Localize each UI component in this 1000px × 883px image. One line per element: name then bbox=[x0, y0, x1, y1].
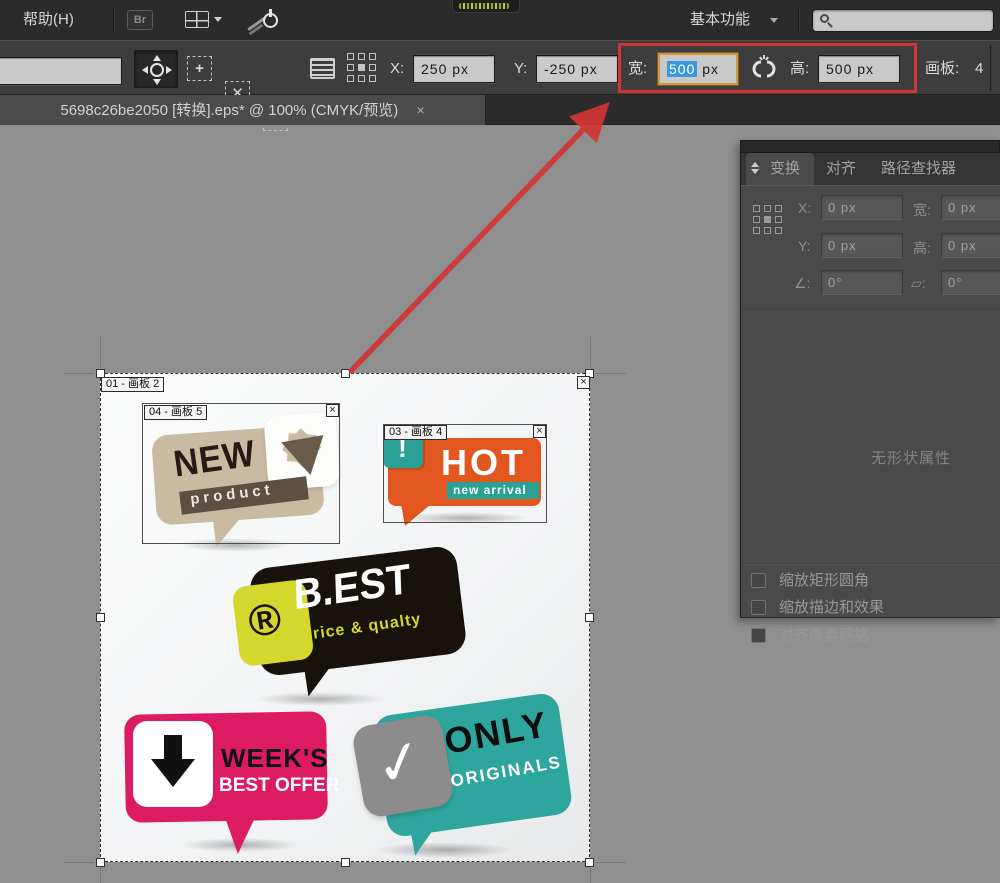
sub-artboard-hot-label[interactable]: 03 - 画板 4 bbox=[384, 425, 447, 440]
tab-align[interactable]: 对齐 bbox=[826, 153, 856, 185]
x-label: X: bbox=[390, 41, 404, 96]
illustrator-window: NEW product ! HOT new arrival ® B.EST pr… bbox=[0, 0, 1000, 883]
selection-handle[interactable] bbox=[341, 369, 350, 378]
artboard-options-icon[interactable] bbox=[310, 58, 335, 79]
new-artboard-icon[interactable]: + bbox=[187, 56, 212, 81]
artboard-label[interactable]: 01 - 画板 2 bbox=[101, 377, 164, 392]
panel-y-label: Y: bbox=[798, 238, 810, 254]
workspace-caret-icon[interactable] bbox=[770, 18, 778, 23]
cs-live-icon[interactable] bbox=[246, 6, 284, 34]
crop-mark bbox=[590, 337, 591, 367]
panel-body: X: 0 px 宽: 0 px Y: 0 px 高: 0 px ∠: 0° ▱:… bbox=[740, 185, 1000, 618]
panel-y-field[interactable]: 0 px bbox=[821, 233, 903, 258]
artboard-move-tool-button[interactable] bbox=[134, 50, 178, 88]
search-input[interactable] bbox=[839, 11, 989, 31]
weeks-arrow-box bbox=[133, 721, 213, 807]
menu-help[interactable]: 帮助(H) bbox=[23, 0, 74, 40]
y-label: Y: bbox=[514, 41, 527, 96]
document-tab-bar: 5698c26be2050 [转换].eps* @ 100% (CMYK/预览)… bbox=[0, 95, 1000, 125]
separator bbox=[798, 7, 799, 33]
check-icon: ✓ bbox=[368, 724, 432, 802]
tab-pathfinder[interactable]: 路径查找器 bbox=[881, 153, 956, 185]
panel-divider bbox=[741, 563, 1000, 565]
panel-x-field[interactable]: 0 px bbox=[821, 195, 903, 220]
mini-toolbar-widget[interactable] bbox=[452, 0, 520, 13]
selection-handle[interactable] bbox=[585, 613, 594, 622]
only-bubble-tail bbox=[405, 811, 445, 856]
arrange-documents-icon[interactable] bbox=[185, 11, 209, 28]
panel-x-label: X: bbox=[798, 200, 811, 216]
panel-divider bbox=[741, 309, 1000, 311]
crop-mark bbox=[590, 868, 591, 883]
sub-artboard-new[interactable] bbox=[142, 403, 340, 544]
selection-handle[interactable] bbox=[341, 858, 350, 867]
scale-rect-corners-label[interactable]: 缩放矩形圆角 bbox=[779, 572, 869, 590]
best-offer-text: BEST OFFER bbox=[219, 775, 339, 797]
panel-header-bar[interactable] bbox=[740, 140, 1000, 153]
weeks-text: WEEK'S bbox=[221, 743, 329, 774]
menu-bar: 帮助(H) Br 基本功能 bbox=[0, 0, 1000, 40]
artboard-count-value: 4 bbox=[975, 41, 983, 96]
reg-mark: ® bbox=[245, 594, 285, 648]
y-field[interactable]: -250 px bbox=[536, 55, 618, 83]
arrange-documents-caret-icon[interactable] bbox=[214, 17, 222, 22]
no-shape-properties-text: 无形状属性 bbox=[791, 447, 1000, 468]
only-check-box: ✓ bbox=[351, 713, 456, 819]
rotate-angle-icon: ∠: bbox=[794, 275, 810, 292]
reference-point-selector[interactable] bbox=[347, 53, 376, 82]
down-arrow-head bbox=[151, 759, 195, 787]
document-tab-title: 5698c26be2050 [转换].eps* @ 100% (CMYK/预览) bbox=[60, 102, 398, 119]
sub-artboard-new-label[interactable]: 04 - 画板 5 bbox=[144, 405, 207, 420]
scale-strokes-effects-label[interactable]: 缩放描边和效果 bbox=[779, 599, 884, 617]
search-icon-handle bbox=[827, 22, 833, 28]
badge-only[interactable]: ✓ ONLY ORIGINALS bbox=[348, 690, 573, 860]
panel-reference-point-selector[interactable] bbox=[753, 205, 782, 234]
crop-mark bbox=[64, 373, 94, 374]
panel-width-label: 宽: bbox=[913, 200, 931, 220]
panel-rotate-field[interactable]: 0° bbox=[821, 270, 903, 295]
transform-panel: 变换 对齐 路径查找器 X: 0 px 宽: 0 px Y: 0 px 高: 0… bbox=[740, 140, 1000, 618]
panel-width-field[interactable]: 0 px bbox=[941, 195, 1000, 220]
document-tab-close-icon[interactable]: × bbox=[416, 102, 424, 118]
badge-best[interactable]: ® B.EST price & qualty bbox=[232, 545, 472, 705]
panel-collapse-icon bbox=[751, 162, 759, 174]
x-field[interactable]: 250 px bbox=[413, 55, 495, 83]
align-pixel-grid-label[interactable]: 对齐像素网格 bbox=[779, 627, 869, 645]
crop-mark bbox=[100, 868, 101, 883]
delete-sub-artboard-hot-icon[interactable]: × bbox=[533, 425, 546, 438]
selection-handle[interactable] bbox=[585, 858, 594, 867]
separator bbox=[990, 45, 991, 91]
crop-mark bbox=[100, 337, 101, 367]
panel-height-label: 高: bbox=[913, 238, 931, 258]
delete-sub-artboard-new-icon[interactable]: × bbox=[326, 404, 339, 417]
badge-weeks[interactable]: WEEK'S BEST OFFER bbox=[115, 705, 335, 855]
tab-transform[interactable]: 变换 bbox=[746, 153, 814, 185]
annotation-highlight-rect bbox=[618, 43, 917, 93]
weeks-bubble-tail bbox=[224, 811, 263, 855]
selection-handle[interactable] bbox=[96, 613, 105, 622]
artboard-name-field[interactable]: 2 bbox=[0, 57, 122, 85]
crop-mark bbox=[596, 373, 626, 374]
scale-strokes-effects-checkbox[interactable] bbox=[751, 600, 766, 615]
separator bbox=[113, 7, 114, 33]
align-pixel-grid-checkbox[interactable] bbox=[751, 628, 766, 643]
down-arrow-icon bbox=[164, 735, 182, 761]
document-tab[interactable]: 5698c26be2050 [转换].eps* @ 100% (CMYK/预览)… bbox=[0, 95, 486, 125]
selection-handle[interactable] bbox=[96, 858, 105, 867]
shear-icon: ▱: bbox=[911, 275, 926, 292]
panel-tab-strip: 变换 对齐 路径查找器 bbox=[740, 153, 1000, 185]
workspace-switcher[interactable]: 基本功能 bbox=[690, 0, 750, 40]
panel-shear-field[interactable]: 0° bbox=[941, 270, 1000, 295]
crop-mark bbox=[64, 862, 94, 863]
search-box[interactable] bbox=[812, 9, 994, 32]
delete-artboard-icon[interactable]: × bbox=[577, 376, 590, 389]
artboard-count-label: 画板: bbox=[925, 41, 959, 96]
scale-rect-corners-checkbox[interactable] bbox=[751, 573, 766, 588]
crop-mark bbox=[596, 862, 626, 863]
panel-height-field[interactable]: 0 px bbox=[941, 233, 1000, 258]
bridge-icon[interactable]: Br bbox=[127, 10, 153, 30]
